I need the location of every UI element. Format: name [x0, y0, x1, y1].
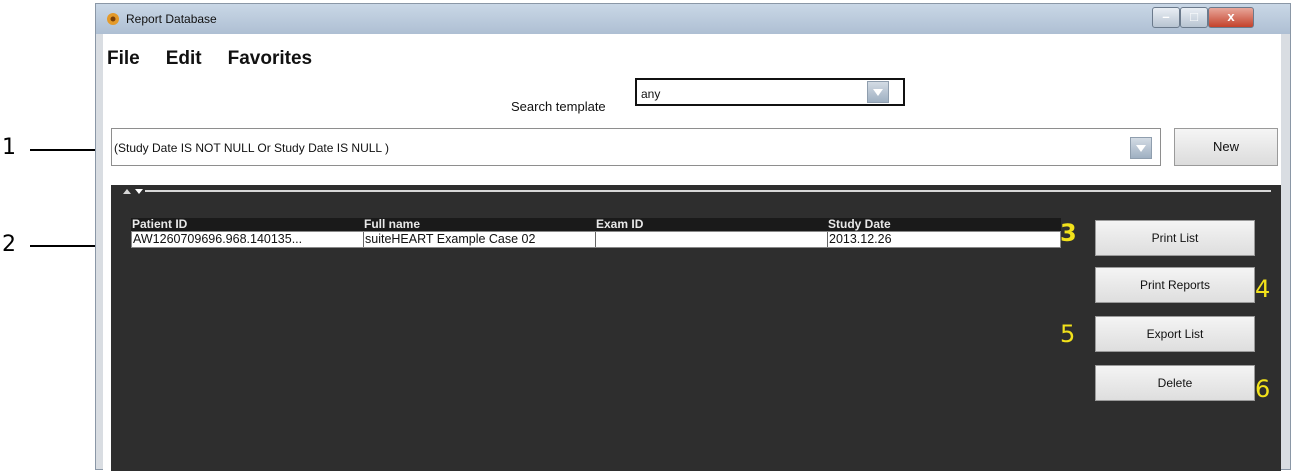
callout-4: 4 — [1255, 275, 1271, 303]
close-button[interactable]: x — [1208, 7, 1254, 28]
search-template-dropdown-button[interactable] — [867, 81, 889, 103]
callout-2-arrow-line — [30, 245, 98, 247]
cell-patient-id: AW1260709696.968.140135... — [132, 232, 364, 247]
minimize-button[interactable]: – — [1152, 7, 1180, 28]
app-icon — [107, 13, 119, 25]
callout-1-arrow-line — [30, 149, 98, 151]
cell-exam-id — [596, 232, 828, 247]
window-title: Report Database — [126, 12, 217, 26]
menu-file[interactable]: File — [107, 34, 140, 69]
menu-favorites[interactable]: Favorites — [228, 34, 312, 69]
chevron-down-icon — [873, 89, 883, 96]
window-client-area: File Edit Favorites Search template any … — [103, 34, 1281, 471]
menu-bar: File Edit Favorites — [103, 34, 338, 69]
expand-down-icon[interactable] — [135, 189, 143, 194]
cell-full-name: suiteHEART Example Case 02 — [364, 232, 596, 247]
splitter-line — [145, 190, 1271, 192]
menu-edit[interactable]: Edit — [166, 34, 202, 69]
column-header-patient-id[interactable]: Patient ID — [132, 218, 187, 231]
print-list-button[interactable]: Print List — [1095, 220, 1255, 256]
export-list-button[interactable]: Export List — [1095, 316, 1255, 352]
query-value: (Study Date IS NOT NULL Or Study Date IS… — [114, 141, 389, 155]
callout-6: 6 — [1255, 375, 1271, 403]
close-icon: x — [1227, 9, 1235, 24]
column-header-exam-id[interactable]: Exam ID — [596, 218, 643, 231]
collapse-up-icon[interactable] — [123, 189, 131, 194]
query-select[interactable]: (Study Date IS NOT NULL Or Study Date IS… — [111, 128, 1161, 166]
callout-1: 1 — [2, 135, 16, 160]
maximize-button[interactable]: □ — [1180, 7, 1208, 28]
chevron-down-icon — [1136, 145, 1146, 152]
title-bar[interactable]: Report Database – □ x — [96, 4, 1290, 34]
panel-splitter[interactable] — [111, 185, 1281, 197]
results-table: Patient ID Full name Exam ID Study Date … — [131, 218, 1061, 248]
new-button[interactable]: New — [1174, 128, 1278, 166]
delete-button[interactable]: Delete — [1095, 365, 1255, 401]
column-header-full-name[interactable]: Full name — [364, 218, 420, 231]
column-header-study-date[interactable]: Study Date — [828, 218, 891, 231]
report-database-window: Report Database – □ x File Edit Favorite… — [95, 3, 1291, 471]
callout-5: 5 — [1060, 320, 1076, 348]
callout-3: 3 — [1060, 219, 1077, 247]
table-row[interactable]: AW1260709696.968.140135... suiteHEART Ex… — [131, 231, 1061, 248]
callout-2: 2 — [2, 232, 16, 257]
cell-study-date: 2013.12.26 — [829, 232, 892, 246]
search-template-label: Search template — [511, 99, 606, 114]
search-template-value: any — [641, 87, 661, 101]
query-dropdown-button[interactable] — [1130, 137, 1152, 159]
minimize-icon: – — [1162, 9, 1170, 24]
maximize-icon: □ — [1190, 9, 1198, 24]
search-template-select[interactable]: any — [635, 78, 905, 106]
table-header: Patient ID Full name Exam ID Study Date — [131, 218, 1061, 231]
results-panel: Patient ID Full name Exam ID Study Date … — [111, 185, 1281, 471]
print-reports-button[interactable]: Print Reports — [1095, 267, 1255, 303]
